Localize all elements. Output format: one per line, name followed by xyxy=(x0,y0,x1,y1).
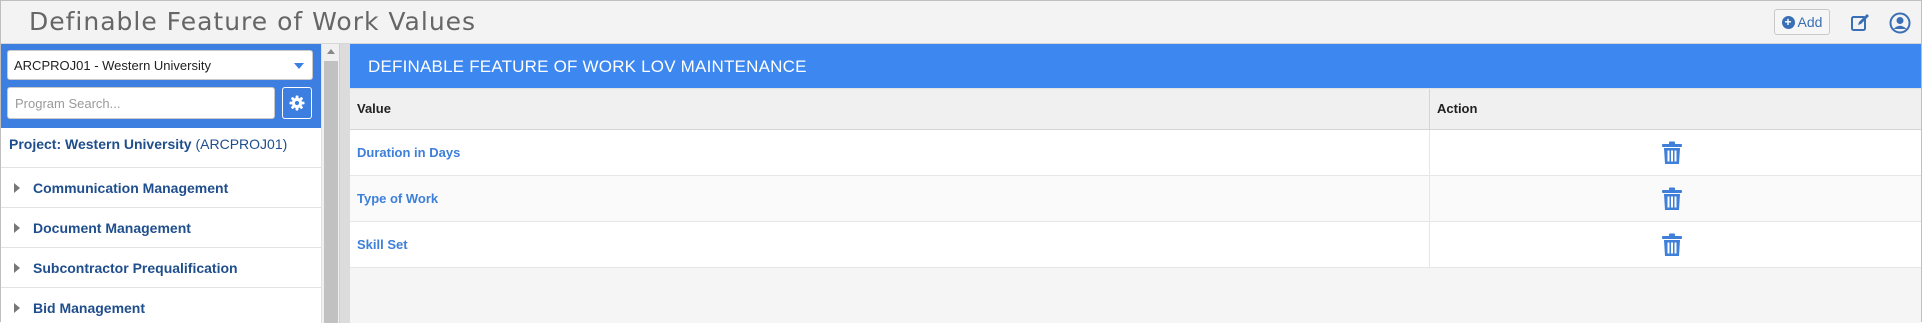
chevron-down-icon xyxy=(294,63,304,69)
sidebar-item-label: Bid Management xyxy=(33,300,146,316)
column-divider xyxy=(1429,89,1430,129)
chevron-right-icon xyxy=(14,263,20,273)
project-info[interactable]: Project: Western University (ARCPROJ01) xyxy=(9,136,287,152)
user-icon[interactable] xyxy=(1888,11,1912,35)
program-search-input[interactable] xyxy=(7,87,275,119)
section-banner: DEFINABLE FEATURE OF WORK LOV MAINTENANC… xyxy=(350,44,1921,88)
scroll-up-icon[interactable] xyxy=(327,49,335,54)
chevron-right-icon xyxy=(14,183,20,193)
top-bar: Definable Feature of Work Values + Add xyxy=(1,1,1921,44)
module-tree: Communication Management Document Manage… xyxy=(1,167,321,327)
page-title: Definable Feature of Work Values xyxy=(29,7,477,36)
table-row: Skill Set xyxy=(350,222,1921,268)
chevron-right-icon xyxy=(14,303,20,313)
column-header-value[interactable]: Value xyxy=(357,101,391,116)
sidebar-item-label: Document Management xyxy=(33,220,191,236)
sidebar-header: ARCPROJ01 - Western University xyxy=(1,44,321,128)
sidebar-item-bid-management[interactable]: Bid Management xyxy=(1,287,321,327)
main-panel: DEFINABLE FEATURE OF WORK LOV MAINTENANC… xyxy=(350,44,1921,323)
add-button-label: Add xyxy=(1797,14,1823,30)
sidebar-item-label: Subcontractor Prequalification xyxy=(33,260,238,276)
panel-splitter[interactable] xyxy=(339,44,350,323)
add-button[interactable]: + Add xyxy=(1774,9,1830,35)
table-body: Duration in Days Type of Work Skill Set xyxy=(350,130,1921,268)
scrollbar-thumb[interactable] xyxy=(324,61,338,323)
value-link[interactable]: Type of Work xyxy=(357,191,438,206)
add-circle-icon: + xyxy=(1781,15,1795,29)
sidebar: ARCPROJ01 - Western University Program S… xyxy=(1,44,321,323)
settings-button[interactable] xyxy=(282,87,312,119)
chevron-right-icon xyxy=(14,223,20,233)
sidebar-scrollbar[interactable] xyxy=(321,44,340,323)
column-divider xyxy=(1429,176,1430,221)
table-row: Type of Work xyxy=(350,176,1921,222)
trash-icon[interactable] xyxy=(1661,233,1683,257)
value-link[interactable]: Skill Set xyxy=(357,237,408,252)
trash-icon[interactable] xyxy=(1661,141,1683,165)
project-name: Project: Western University xyxy=(9,136,192,152)
project-select-value: ARCPROJ01 - Western University xyxy=(14,58,211,73)
sidebar-item-label: Communication Management xyxy=(33,180,229,196)
app-window: Definable Feature of Work Values + Add A… xyxy=(0,0,1922,323)
sidebar-item-communication-management[interactable]: Communication Management xyxy=(1,167,321,207)
table-header: Value Action xyxy=(350,88,1921,130)
column-header-action: Action xyxy=(1437,101,1478,116)
table-row: Duration in Days xyxy=(350,130,1921,176)
project-code: (ARCPROJ01) xyxy=(195,136,288,152)
project-select[interactable]: ARCPROJ01 - Western University xyxy=(7,50,313,80)
sidebar-item-subcontractor-prequalification[interactable]: Subcontractor Prequalification xyxy=(1,247,321,287)
column-divider xyxy=(1429,130,1430,175)
trash-icon[interactable] xyxy=(1661,187,1683,211)
sidebar-item-document-management[interactable]: Document Management xyxy=(1,207,321,247)
values-table: Value Action Duration in Days Type of Wo… xyxy=(350,88,1921,268)
edit-icon[interactable] xyxy=(1848,11,1872,35)
value-link[interactable]: Duration in Days xyxy=(357,145,460,160)
column-divider xyxy=(1429,222,1430,267)
section-title: DEFINABLE FEATURE OF WORK LOV MAINTENANC… xyxy=(368,57,807,76)
gear-icon xyxy=(289,95,305,111)
